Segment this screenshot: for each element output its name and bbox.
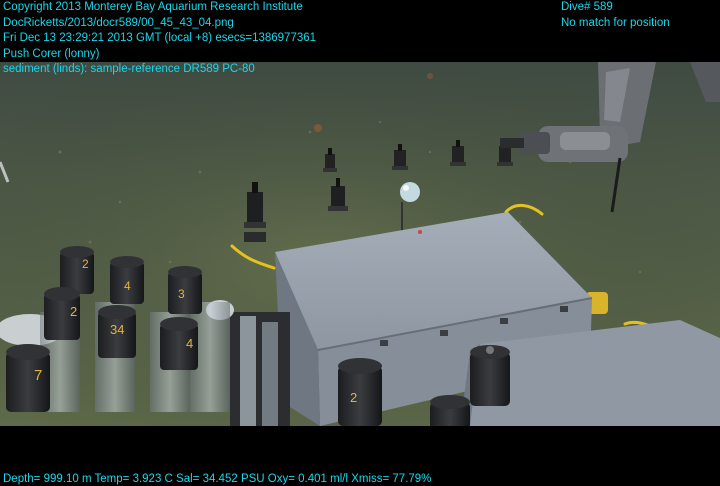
push-core-handle — [430, 395, 470, 426]
image-frame: 2 4 3 34 2 4 7 2 Copyright 2013 Monterey… — [0, 0, 720, 486]
push-core-handle: 2 — [338, 358, 382, 426]
core-label: 3 — [178, 287, 185, 301]
float-ball — [400, 182, 420, 202]
push-core-handle: 34 — [98, 305, 136, 358]
core-label: 2 — [82, 257, 89, 271]
push-core-handle: 4 — [160, 317, 198, 370]
push-core-handle — [470, 345, 510, 406]
timestamp-line: Fri Dec 13 23:29:21 2013 GMT (local +8) … — [3, 32, 317, 44]
header-overlay: Copyright 2013 Monterey Bay Aquarium Res… — [3, 0, 316, 78]
dive-overlay: Dive# 589 No match for position — [561, 0, 670, 31]
core-label: 4 — [124, 279, 131, 293]
push-core-handle: 3 — [168, 266, 202, 314]
sample-line: sediment (linds): sample-reference DR589… — [3, 63, 255, 75]
position-status: No match for position — [561, 16, 670, 29]
dive-number: Dive# 589 — [561, 1, 613, 13]
seafloor-photo: 2 4 3 34 2 4 7 2 — [0, 62, 720, 426]
core-label: 7 — [34, 367, 42, 384]
core-label: 4 — [186, 336, 193, 351]
push-core-handle: 2 — [44, 287, 80, 340]
core-label: 2 — [70, 304, 77, 319]
copyright-line: Copyright 2013 Monterey Bay Aquarium Res… — [3, 1, 303, 13]
core-label: 34 — [110, 322, 124, 337]
push-core-handle: 4 — [110, 256, 144, 304]
core-label: 2 — [350, 390, 357, 405]
push-core-handle: 7 — [6, 344, 50, 412]
image-path-line: DocRicketts/2013/docr589/00_45_43_04.png — [3, 16, 234, 29]
push-core-handle: 2 — [60, 246, 94, 294]
sensor-readout: Depth= 999.10 m Temp= 3.923 C Sal= 34.45… — [3, 473, 432, 485]
core-rack — [230, 312, 290, 426]
tool-line: Push Corer (lonny) — [3, 47, 100, 60]
seafloor-scene: 2 4 3 34 2 4 7 2 — [0, 62, 720, 426]
